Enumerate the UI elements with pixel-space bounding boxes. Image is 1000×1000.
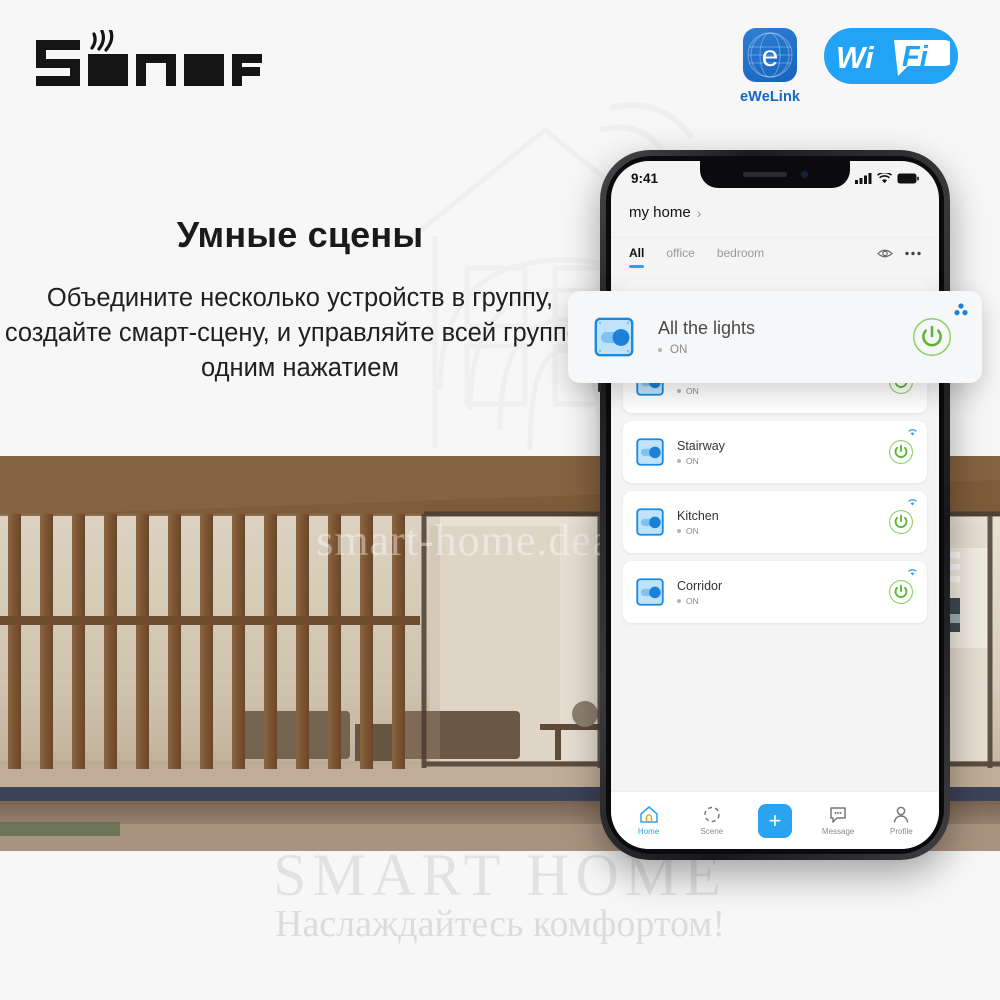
profile-icon (894, 806, 909, 823)
nav-item-message[interactable]: Message (810, 805, 866, 836)
device-status: ON (677, 456, 888, 466)
wifi-badge: Wi Fi (824, 28, 959, 84)
home-icon (639, 806, 658, 823)
device-status: ON (677, 526, 888, 536)
bottom-navigation: Home Scene + Message Profile (611, 791, 939, 849)
device-name: Stairway (677, 438, 725, 453)
device-name: Kitchen (677, 508, 719, 523)
tab-all[interactable]: All (629, 240, 645, 268)
phone-mockup: 9:41 my home › All office bedroom ON Sta… (568, 150, 982, 860)
smart-switch-icon (636, 438, 664, 466)
status-dot (677, 458, 681, 463)
device-name: Corridor (677, 578, 723, 593)
phone-screen: 9:41 my home › All office bedroom ON Sta… (611, 161, 939, 849)
status-icons (855, 172, 919, 184)
smart-switch-icon (636, 508, 664, 536)
phone-notch (700, 161, 850, 188)
nav-label: Profile (890, 827, 913, 836)
device-info: Stairway ON (677, 439, 888, 466)
status-time: 9:41 (631, 170, 659, 186)
table-row[interactable]: Stairway ON (623, 421, 927, 483)
watermark-tagline: Наслаждайтесь комфортом! (275, 903, 725, 945)
smart-switch-icon (636, 578, 664, 606)
earpiece-speaker (742, 172, 787, 177)
ellipsis-icon[interactable] (905, 251, 921, 256)
device-status-label: ON (686, 385, 699, 396)
nav-item-home[interactable]: Home (621, 805, 677, 836)
wifi-icon (908, 569, 917, 576)
device-status: ON (677, 596, 888, 606)
tab-bedroom[interactable]: bedroom (717, 240, 764, 268)
wifi-icon (908, 429, 917, 436)
power-button-icon[interactable] (888, 439, 914, 465)
nav-item-add[interactable]: + (747, 803, 803, 838)
home-name-label: my home (629, 204, 691, 221)
wifi-icon (877, 172, 892, 183)
page-title: Умные сцены (176, 214, 424, 255)
message-icon (830, 807, 846, 823)
device-info: Corridor ON (677, 579, 888, 606)
ewelink-badge: e eWeLink (740, 28, 800, 105)
featured-device-name: All the lights (658, 318, 756, 338)
chevron-right-icon: › (696, 204, 702, 221)
wifi-icon (908, 499, 917, 506)
ewelink-label: eWeLink (740, 89, 801, 105)
battery-icon (897, 173, 919, 183)
device-status-label: ON (686, 595, 699, 606)
status-dot (677, 388, 681, 393)
status-dot (677, 598, 681, 603)
table-row[interactable]: Kitchen ON (623, 491, 927, 553)
plus-icon[interactable]: + (757, 803, 792, 838)
featured-device-card[interactable]: All the lights ON (568, 291, 982, 383)
device-status: ON (677, 386, 888, 396)
featured-status-label: ON (670, 344, 688, 356)
eye-icon[interactable] (877, 248, 893, 259)
home-selector[interactable]: my home › (629, 204, 921, 221)
signal-icon (855, 172, 872, 184)
svg-text:Wi: Wi (836, 40, 875, 75)
featured-device-info: All the lights ON (658, 318, 912, 356)
svg-text:e: e (762, 40, 779, 73)
status-dot (677, 528, 681, 533)
bottom-watermark-area: SMART HOME Наслаждайтесь комфортом! (0, 842, 1000, 1000)
scene-icon (704, 806, 720, 823)
badge-group: e eWeLink Wi Fi (740, 28, 959, 105)
power-button-icon[interactable] (888, 579, 914, 605)
device-group-icon (954, 303, 968, 316)
nav-item-profile[interactable]: Profile (873, 805, 929, 836)
svg-text:Fi: Fi (902, 41, 929, 73)
device-info: Kitchen ON (677, 509, 888, 536)
power-button-icon[interactable] (912, 317, 952, 357)
nav-label: Scene (700, 827, 724, 836)
nav-label: Home (637, 827, 660, 836)
smart-switch-icon (594, 317, 634, 357)
front-camera (800, 171, 808, 178)
sonoff-logo (36, 30, 262, 86)
table-row[interactable]: Corridor ON (623, 561, 927, 623)
device-status-label: ON (686, 525, 699, 536)
promo-description: Объедините несколько устройств в группу,… (4, 284, 596, 382)
app-header: my home › (611, 195, 939, 228)
status-dot (658, 348, 662, 352)
power-button-icon[interactable] (888, 509, 914, 535)
device-status-label: ON (686, 455, 699, 466)
nav-item-scene[interactable]: Scene (684, 805, 740, 836)
nav-label: Message (821, 827, 855, 836)
tab-office[interactable]: office (666, 240, 694, 268)
room-tabs: All office bedroom (611, 237, 939, 269)
featured-device-status: ON (658, 344, 912, 356)
ewelink-icon: e (743, 28, 798, 82)
